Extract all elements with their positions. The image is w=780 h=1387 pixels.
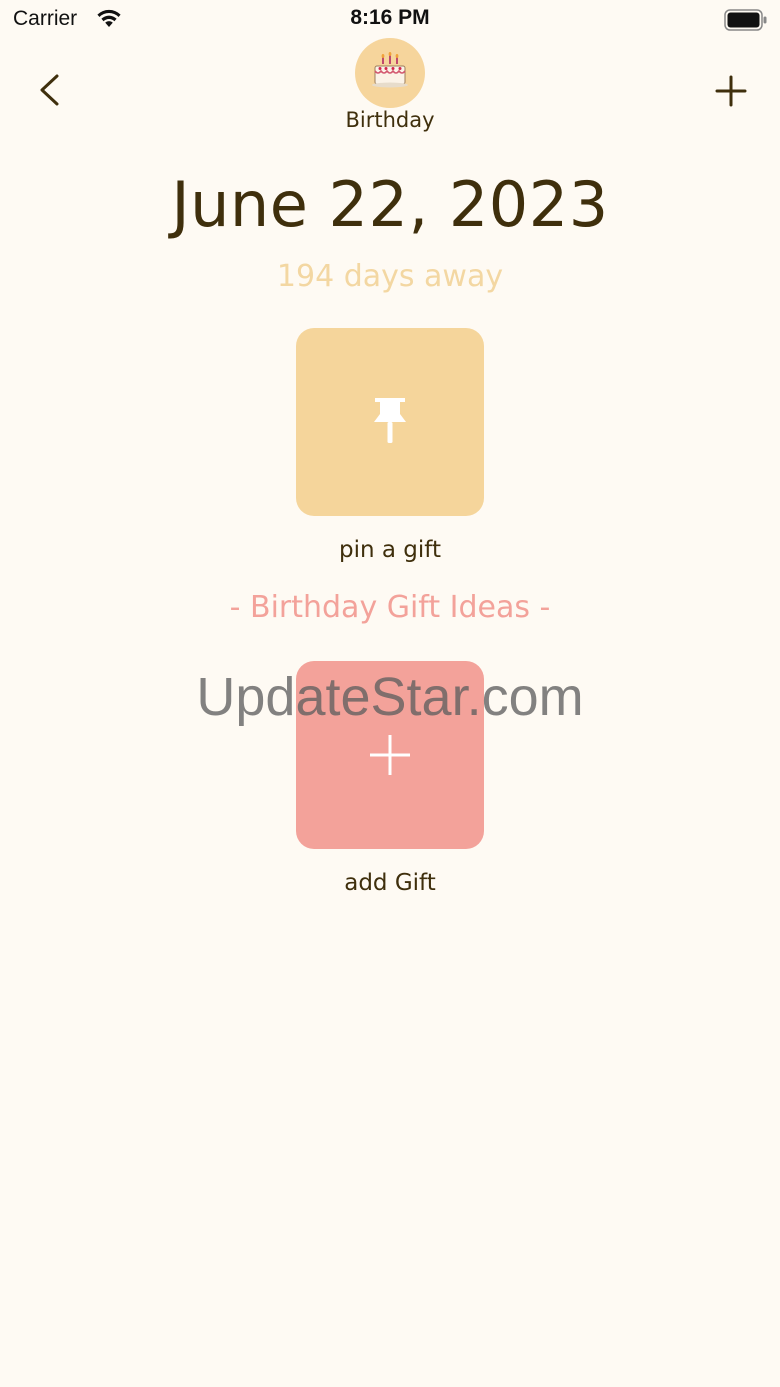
plus-icon — [370, 735, 410, 775]
pushpin-icon — [374, 398, 406, 443]
plus-icon — [715, 75, 747, 107]
chevron-left-icon — [40, 74, 59, 106]
pin-gift-label: pin a gift — [339, 537, 441, 563]
gift-ideas-heading: - Birthday Gift Ideas - — [229, 590, 551, 625]
battery-full-icon — [724, 9, 768, 35]
event-name: Birthday — [345, 108, 435, 132]
add-button[interactable] — [710, 70, 752, 112]
add-gift-button[interactable] — [296, 661, 484, 849]
event-date: June 22, 2023 — [171, 168, 609, 241]
birthday-cake-icon — [372, 52, 408, 88]
back-button[interactable] — [30, 70, 70, 110]
add-gift-label: add Gift — [344, 870, 436, 896]
status-bar: Carrier 8:16 PM — [0, 0, 780, 40]
event-avatar — [355, 38, 425, 108]
days-away-label: 194 days away — [276, 259, 504, 294]
status-time: 8:16 PM — [350, 6, 430, 29]
pin-gift-button[interactable] — [296, 328, 484, 516]
